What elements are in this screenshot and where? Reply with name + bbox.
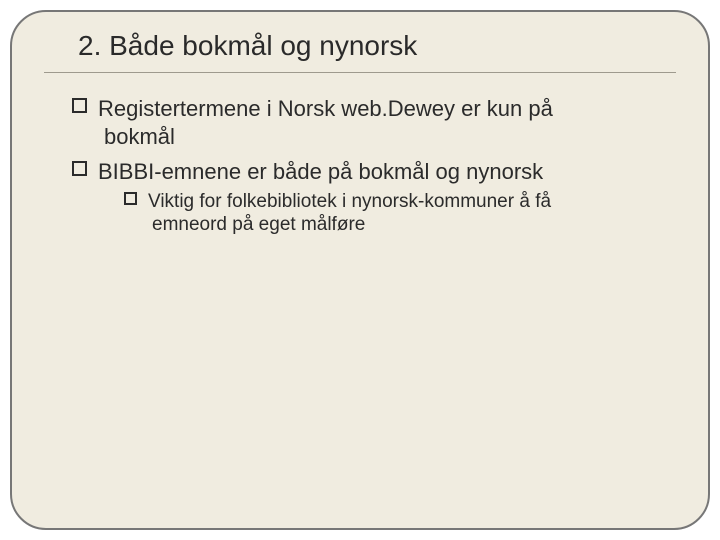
slide-title: 2. Både bokmål og nynorsk xyxy=(78,30,417,61)
square-bullet-icon xyxy=(72,161,87,176)
bullet-level1: BIBBI-emnene er både på bokmål og nynors… xyxy=(72,158,666,237)
bullet-text: Viktig for folkebibliotek i nynorsk-komm… xyxy=(148,191,551,212)
slide-frame: 2. Både bokmål og nynorsk Registertermen… xyxy=(10,10,710,530)
square-bullet-icon xyxy=(72,98,87,113)
square-bullet-icon xyxy=(124,192,137,205)
bullet-text: Registertermene i Norsk web.Dewey er kun… xyxy=(98,96,553,121)
bullet-text: BIBBI-emnene er både på bokmål og nynors… xyxy=(98,159,543,184)
bullet-level2: Viktig for folkebibliotek i nynorsk-komm… xyxy=(124,190,666,238)
bullet-text-cont: bokmål xyxy=(98,123,666,151)
slide-body: Registertermene i Norsk web.Dewey er kun… xyxy=(44,95,676,237)
title-block: 2. Både bokmål og nynorsk xyxy=(44,26,676,73)
bullet-text-cont: emneord på eget målføre xyxy=(148,213,666,237)
bullet-level1: Registertermene i Norsk web.Dewey er kun… xyxy=(72,95,666,150)
